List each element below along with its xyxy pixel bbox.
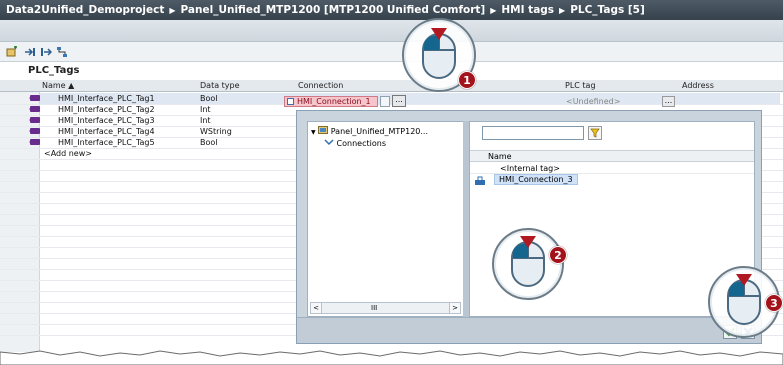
connection-field[interactable]: HMI_Connection_1: [284, 96, 378, 107]
tree-root-label: Panel_Unified_MTP120...: [330, 127, 428, 136]
list-item-label: HMI_Connection_3: [494, 174, 578, 185]
tag-icon: [29, 139, 40, 145]
mouse-icon: [727, 274, 761, 325]
tag-icon: [29, 106, 40, 112]
popup-footer: [297, 317, 761, 343]
tree-root[interactable]: ▼ Panel_Unified_MTP120...: [311, 126, 428, 136]
mouse-icon: [422, 28, 456, 79]
list-item-hmi-connection[interactable]: HMI_Connection_3: [470, 174, 754, 186]
plc-tag-value[interactable]: <Undefined>: [566, 97, 620, 106]
breadcrumb-separator: ▶: [559, 6, 566, 15]
tag-icon: [29, 117, 40, 123]
torn-edge: [0, 350, 783, 365]
mouse-icon: [511, 236, 545, 287]
list-icon[interactable]: [380, 96, 390, 107]
column-header-name[interactable]: Name ▲: [42, 81, 74, 90]
column-header-plc-tag[interactable]: PLC tag: [565, 81, 596, 90]
filter-icon[interactable]: [588, 126, 602, 140]
tree-item-connections[interactable]: Connections: [324, 138, 386, 148]
breadcrumb-item-plc-tags[interactable]: PLC_Tags [5]: [570, 4, 645, 16]
callout-number: 1: [458, 71, 476, 89]
horizontal-scrollbar[interactable]: < III >: [310, 302, 461, 314]
tag-data-type[interactable]: Bool: [200, 138, 218, 147]
name-column-header[interactable]: Name: [470, 150, 754, 162]
scroll-thumb[interactable]: III: [371, 303, 377, 313]
column-header-connection[interactable]: Connection: [298, 81, 343, 90]
toolbar: [0, 42, 783, 62]
table-title: PLC_Tags: [28, 65, 80, 76]
tag-name[interactable]: HMI_Interface_PLC_Tag1: [58, 94, 155, 103]
tag-data-type[interactable]: Int: [200, 105, 211, 114]
tag-data-type[interactable]: Int: [200, 116, 211, 125]
breadcrumb-item-hmi-tags[interactable]: HMI tags: [501, 4, 554, 16]
panel-icon: [318, 126, 329, 134]
connection-icon: [475, 176, 485, 185]
tag-name[interactable]: HMI_Interface_PLC_Tag3: [58, 116, 155, 125]
browse-button[interactable]: ...: [392, 95, 406, 107]
tag-name[interactable]: HMI_Interface_PLC_Tag4: [58, 127, 155, 136]
export-icon[interactable]: [40, 46, 52, 58]
add-tag-icon[interactable]: [6, 46, 18, 58]
scroll-right-arrow[interactable]: >: [449, 303, 460, 313]
connection-selection-popup: ▼ Panel_Unified_MTP120... Connections < …: [296, 110, 762, 344]
column-header-address[interactable]: Address: [682, 81, 714, 90]
import-icon[interactable]: [24, 46, 36, 58]
breadcrumb-item-project[interactable]: Data2Unified_Demoproject: [6, 4, 164, 16]
tree-pane: ▼ Panel_Unified_MTP120... Connections < …: [307, 121, 464, 317]
connection-value: HMI_Connection_1: [297, 97, 371, 106]
tag-name[interactable]: HMI_Interface_PLC_Tag5: [58, 138, 155, 147]
plc-tag-browse-button[interactable]: ...: [662, 96, 675, 107]
callout-number: 2: [549, 246, 567, 264]
breadcrumb: Data2Unified_Demoproject ▶ Panel_Unified_M…: [0, 0, 783, 20]
breadcrumb-item-panel[interactable]: Panel_Unified_MTP1200 [MTP1200 Unified C…: [181, 4, 486, 16]
list-icon: [287, 98, 294, 105]
connections-icon: [324, 139, 334, 146]
tag-icon: [29, 128, 40, 134]
table-header: Name ▲ Data type Connection PLC tag Addr…: [0, 80, 783, 92]
editor-header-strip: [0, 20, 783, 42]
list-item-internal-tag[interactable]: <Internal tag>: [470, 163, 754, 174]
breadcrumb-separator: ▶: [490, 6, 497, 15]
expand-icon[interactable]: ▼: [311, 129, 316, 136]
network-icon[interactable]: [56, 46, 68, 58]
filter-input[interactable]: [482, 126, 584, 140]
tree-item-label: Connections: [336, 139, 386, 148]
column-header-data-type[interactable]: Data type: [200, 81, 240, 90]
tag-data-type[interactable]: Bool: [200, 94, 218, 103]
callout-number: 3: [765, 294, 783, 312]
add-new-row[interactable]: <Add new>: [44, 149, 92, 158]
tag-data-type[interactable]: WString: [200, 127, 232, 136]
tag-name[interactable]: HMI_Interface_PLC_Tag2: [58, 105, 155, 114]
breadcrumb-separator: ▶: [169, 6, 176, 15]
tag-icon: [29, 95, 40, 101]
scroll-left-arrow[interactable]: <: [311, 303, 322, 313]
